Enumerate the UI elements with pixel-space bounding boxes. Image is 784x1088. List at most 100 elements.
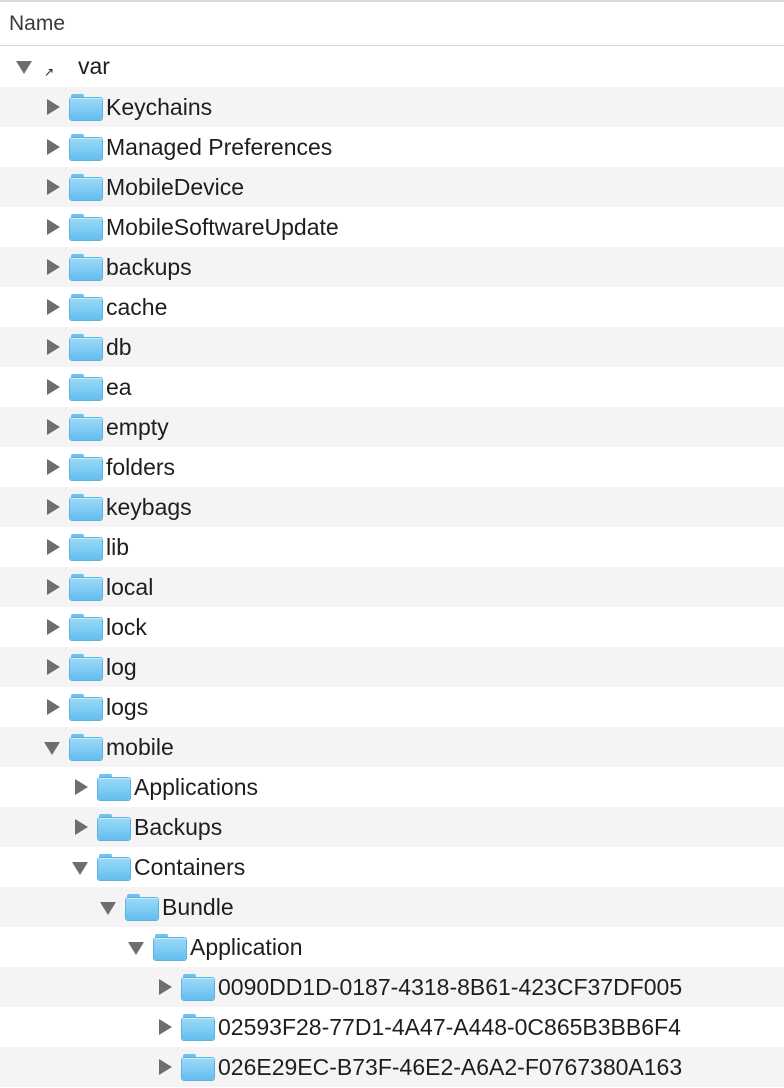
- folder-label: 02593F28-77D1-4A47-A448-0C865B3BB6F4: [218, 1013, 681, 1040]
- folder-label: log: [106, 653, 137, 680]
- disclosure-collapsed-icon[interactable]: [42, 657, 62, 677]
- finder-list-view: Name ↗ var Keychains Managed Preferences M…: [0, 0, 784, 1088]
- tree-row[interactable]: Backups: [0, 807, 784, 847]
- tree-row[interactable]: empty: [0, 407, 784, 447]
- tree-row[interactable]: Keychains: [0, 87, 784, 127]
- folder-icon: [70, 734, 102, 760]
- root-folder-label: var: [78, 53, 110, 79]
- tree-row-root[interactable]: ↗ var: [0, 46, 784, 87]
- tree-row[interactable]: folders: [0, 447, 784, 487]
- tree-row[interactable]: cache: [0, 287, 784, 327]
- folder-icon: [70, 134, 102, 160]
- disclosure-expanded-icon[interactable]: [70, 857, 90, 877]
- disclosure-collapsed-icon[interactable]: [42, 377, 62, 397]
- disclosure-collapsed-icon[interactable]: [70, 777, 90, 797]
- folder-icon: [182, 1054, 214, 1080]
- disclosure-collapsed-icon[interactable]: [42, 97, 62, 117]
- tree-row[interactable]: Managed Preferences: [0, 127, 784, 167]
- folder-icon: [70, 454, 102, 480]
- tree-row[interactable]: backups: [0, 247, 784, 287]
- folder-label: Applications: [134, 773, 259, 800]
- disclosure-collapsed-icon[interactable]: [70, 817, 90, 837]
- disclosure-collapsed-icon[interactable]: [154, 977, 174, 997]
- tree-row[interactable]: log: [0, 647, 784, 687]
- disclosure-collapsed-icon[interactable]: [42, 297, 62, 317]
- file-tree: ↗ var Keychains Managed Preferences Mobile…: [0, 46, 784, 1087]
- folder-label: MobileDevice: [106, 173, 245, 200]
- tree-row[interactable]: Bundle: [0, 887, 784, 927]
- name-column-label: Name: [9, 11, 66, 35]
- tree-row[interactable]: 02593F28-77D1-4A47-A448-0C865B3BB6F4: [0, 1007, 784, 1047]
- folder-label: Keychains: [106, 93, 213, 120]
- folder-icon: [70, 294, 102, 320]
- tree-row[interactable]: Applications: [0, 767, 784, 807]
- folder-icon: [182, 1014, 214, 1040]
- folder-label: Managed Preferences: [106, 133, 333, 160]
- tree-row[interactable]: lib: [0, 527, 784, 567]
- tree-row[interactable]: Application: [0, 927, 784, 967]
- folder-label: empty: [106, 413, 169, 440]
- folder-label: cache: [106, 293, 168, 320]
- disclosure-collapsed-icon[interactable]: [42, 697, 62, 717]
- folder-label: local: [106, 573, 154, 600]
- folder-icon: [70, 614, 102, 640]
- folder-icon: [98, 854, 130, 880]
- column-header[interactable]: Name: [0, 2, 784, 46]
- folder-label: Containers: [134, 853, 246, 880]
- folder-label: Application: [190, 933, 303, 960]
- tree-row[interactable]: local: [0, 567, 784, 607]
- tree-row[interactable]: mobile: [0, 727, 784, 767]
- disclosure-expanded-icon[interactable]: [98, 897, 118, 917]
- tree-row[interactable]: MobileDevice: [0, 167, 784, 207]
- disclosure-collapsed-icon[interactable]: [42, 537, 62, 557]
- folder-icon: [70, 254, 102, 280]
- tree-row[interactable]: 026E29EC-B73F-46E2-A6A2-F0767380A163: [0, 1047, 784, 1087]
- disclosure-collapsed-icon[interactable]: [42, 137, 62, 157]
- disclosure-collapsed-icon[interactable]: [42, 257, 62, 277]
- folder-icon: [70, 174, 102, 200]
- disclosure-collapsed-icon[interactable]: [42, 577, 62, 597]
- tree-row[interactable]: 0090DD1D-0187-4318-8B61-423CF37DF005: [0, 967, 784, 1007]
- folder-icon: [126, 894, 158, 920]
- disclosure-collapsed-icon[interactable]: [42, 217, 62, 237]
- folder-label: mobile: [106, 733, 174, 760]
- disclosure-expanded-icon[interactable]: [126, 937, 146, 957]
- alias-glyph: ↗: [44, 64, 55, 79]
- disclosure-collapsed-icon[interactable]: [42, 337, 62, 357]
- disclosure-expanded-icon[interactable]: [14, 57, 34, 77]
- tree-row[interactable]: keybags: [0, 487, 784, 527]
- disclosure-collapsed-icon[interactable]: [42, 177, 62, 197]
- disclosure-expanded-icon[interactable]: [42, 737, 62, 757]
- folder-label: 0090DD1D-0187-4318-8B61-423CF37DF005: [218, 973, 683, 1000]
- alias-arrow-icon: ↗: [42, 54, 74, 80]
- tree-row[interactable]: ea: [0, 367, 784, 407]
- folder-label: logs: [106, 693, 149, 720]
- folder-label: lib: [106, 533, 130, 560]
- disclosure-collapsed-icon[interactable]: [154, 1017, 174, 1037]
- folder-label: MobileSoftwareUpdate: [106, 213, 339, 240]
- folder-icon: [70, 214, 102, 240]
- folder-icon: [154, 934, 186, 960]
- folder-icon: [70, 654, 102, 680]
- folder-label: Bundle: [162, 893, 234, 920]
- folder-icon: [70, 414, 102, 440]
- tree-row[interactable]: lock: [0, 607, 784, 647]
- folder-icon: [70, 534, 102, 560]
- folder-label: keybags: [106, 493, 192, 520]
- folder-icon: [70, 374, 102, 400]
- tree-row[interactable]: MobileSoftwareUpdate: [0, 207, 784, 247]
- folder-icon: [70, 574, 102, 600]
- folder-label: backups: [106, 253, 192, 280]
- tree-row[interactable]: db: [0, 327, 784, 367]
- disclosure-collapsed-icon[interactable]: [42, 457, 62, 477]
- disclosure-collapsed-icon[interactable]: [42, 417, 62, 437]
- tree-row[interactable]: Containers: [0, 847, 784, 887]
- folder-label: db: [106, 333, 132, 360]
- folder-label: lock: [106, 613, 147, 640]
- disclosure-collapsed-icon[interactable]: [42, 497, 62, 517]
- folder-icon: [70, 334, 102, 360]
- tree-row[interactable]: logs: [0, 687, 784, 727]
- disclosure-collapsed-icon[interactable]: [154, 1057, 174, 1077]
- disclosure-collapsed-icon[interactable]: [42, 617, 62, 637]
- folder-label: folders: [106, 453, 176, 480]
